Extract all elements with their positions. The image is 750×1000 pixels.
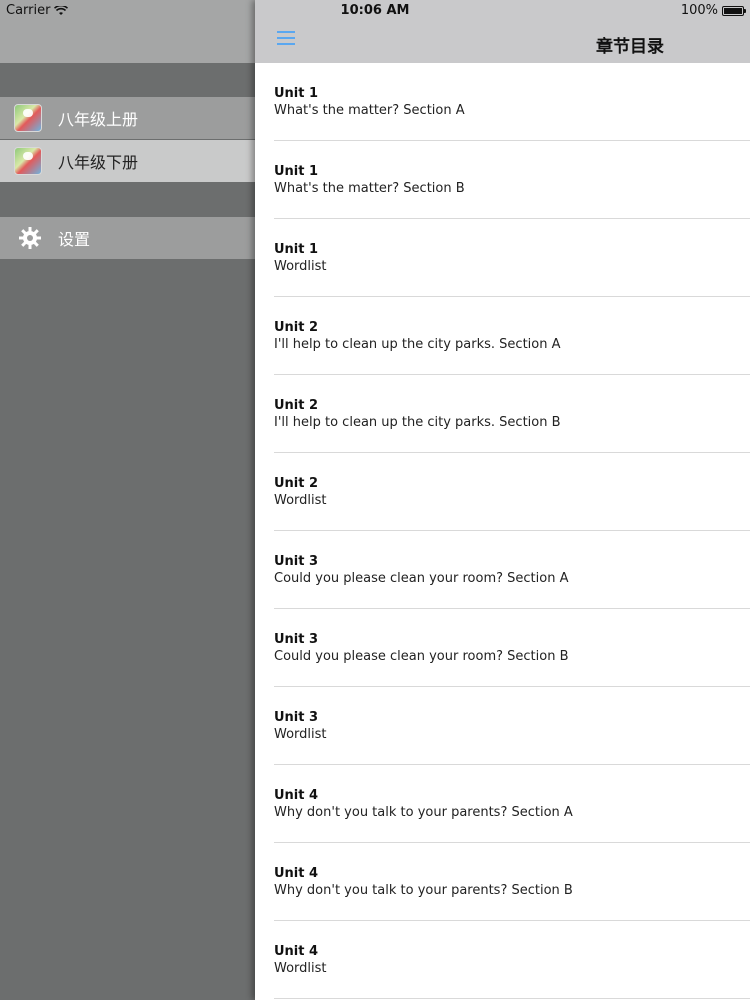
chapter-row[interactable]: Unit 4 Why don't you talk to your parents… bbox=[255, 843, 750, 921]
book-cover-icon bbox=[14, 104, 42, 132]
chapter-title: Could you please clean your room? Sectio… bbox=[274, 571, 569, 586]
chapter-title: What's the matter? Section B bbox=[274, 181, 465, 196]
chapter-unit: Unit 4 bbox=[274, 866, 319, 881]
menu-item-book-second-half[interactable]: 八年级下册 bbox=[0, 140, 255, 182]
chapter-unit: Unit 2 bbox=[274, 476, 319, 491]
chapter-unit: Unit 4 bbox=[274, 944, 319, 959]
chapter-title: Wordlist bbox=[274, 493, 327, 508]
chapter-row[interactable]: Unit 1 What's the matter? Section B bbox=[255, 141, 750, 219]
chapter-unit: Unit 1 bbox=[274, 164, 319, 179]
status-time: 10:06 AM bbox=[340, 3, 410, 18]
chapter-title: I'll help to clean up the city parks. Se… bbox=[274, 415, 561, 430]
chapter-unit: Unit 1 bbox=[274, 86, 319, 101]
menu-item-label: 八年级上册 bbox=[58, 110, 139, 129]
chapter-row[interactable]: Unit 2 I'll help to clean up the city par… bbox=[255, 297, 750, 375]
side-menu: 八年级上册 八年级下册 设置 bbox=[0, 0, 255, 1000]
menu-item-label: 设置 bbox=[58, 230, 91, 249]
battery-percent: 100% bbox=[680, 3, 718, 18]
chapter-title: Wordlist bbox=[274, 961, 327, 976]
chapter-title: Could you please clean your room? Sectio… bbox=[274, 649, 569, 664]
chapter-unit: Unit 1 bbox=[274, 242, 319, 257]
chapter-unit: Unit 4 bbox=[274, 788, 319, 803]
chapter-title: What's the matter? Section A bbox=[274, 103, 465, 118]
chapter-row[interactable]: Unit 4 Why don't you talk to your parents… bbox=[255, 765, 750, 843]
chapter-row[interactable]: Unit 3 Could you please clean your room? … bbox=[255, 531, 750, 609]
chapter-row[interactable]: Unit 2 I'll help to clean up the city par… bbox=[255, 375, 750, 453]
chapter-list: Unit 1 What's the matter? Section A Unit 1… bbox=[255, 63, 750, 999]
menu-item-settings[interactable]: 设置 bbox=[0, 217, 255, 259]
chapter-unit: Unit 3 bbox=[274, 554, 319, 569]
chapter-title: Wordlist bbox=[274, 727, 327, 742]
row-divider bbox=[274, 998, 750, 999]
status-bar: Carrier 10:06 AM 100% bbox=[0, 0, 750, 22]
hamburger-icon[interactable] bbox=[277, 31, 295, 45]
chapter-row[interactable]: Unit 3 Could you please clean your room? … bbox=[255, 609, 750, 687]
chapter-title: Wordlist bbox=[274, 259, 327, 274]
page-title: 章节目录 bbox=[596, 37, 664, 57]
gear-icon bbox=[19, 227, 41, 249]
status-right: 100% bbox=[680, 3, 746, 18]
chapter-row[interactable]: Unit 3 Wordlist bbox=[255, 687, 750, 765]
chapter-unit: Unit 3 bbox=[274, 710, 319, 725]
chapter-row[interactable]: Unit 4 Wordlist bbox=[255, 921, 750, 999]
chapter-row[interactable]: Unit 1 Wordlist bbox=[255, 219, 750, 297]
chapter-title: I'll help to clean up the city parks. Se… bbox=[274, 337, 561, 352]
menu-item-book-first-half[interactable]: 八年级上册 bbox=[0, 97, 255, 139]
chapter-unit: Unit 2 bbox=[274, 398, 319, 413]
chapter-title: Why don't you talk to your parents? Sect… bbox=[274, 883, 573, 898]
menu-item-label: 八年级下册 bbox=[58, 153, 139, 172]
chapter-row[interactable]: Unit 2 Wordlist bbox=[255, 453, 750, 531]
chapter-title: Why don't you talk to your parents? Sect… bbox=[274, 805, 573, 820]
battery-icon bbox=[722, 5, 746, 16]
chapter-unit: Unit 2 bbox=[274, 320, 319, 335]
chapter-panel: 章节目录 Unit 1 What's the matter? Section AU… bbox=[255, 0, 750, 1000]
book-cover-icon bbox=[14, 147, 42, 175]
chapter-row[interactable]: Unit 1 What's the matter? Section A bbox=[255, 63, 750, 141]
chapter-unit: Unit 3 bbox=[274, 632, 319, 647]
